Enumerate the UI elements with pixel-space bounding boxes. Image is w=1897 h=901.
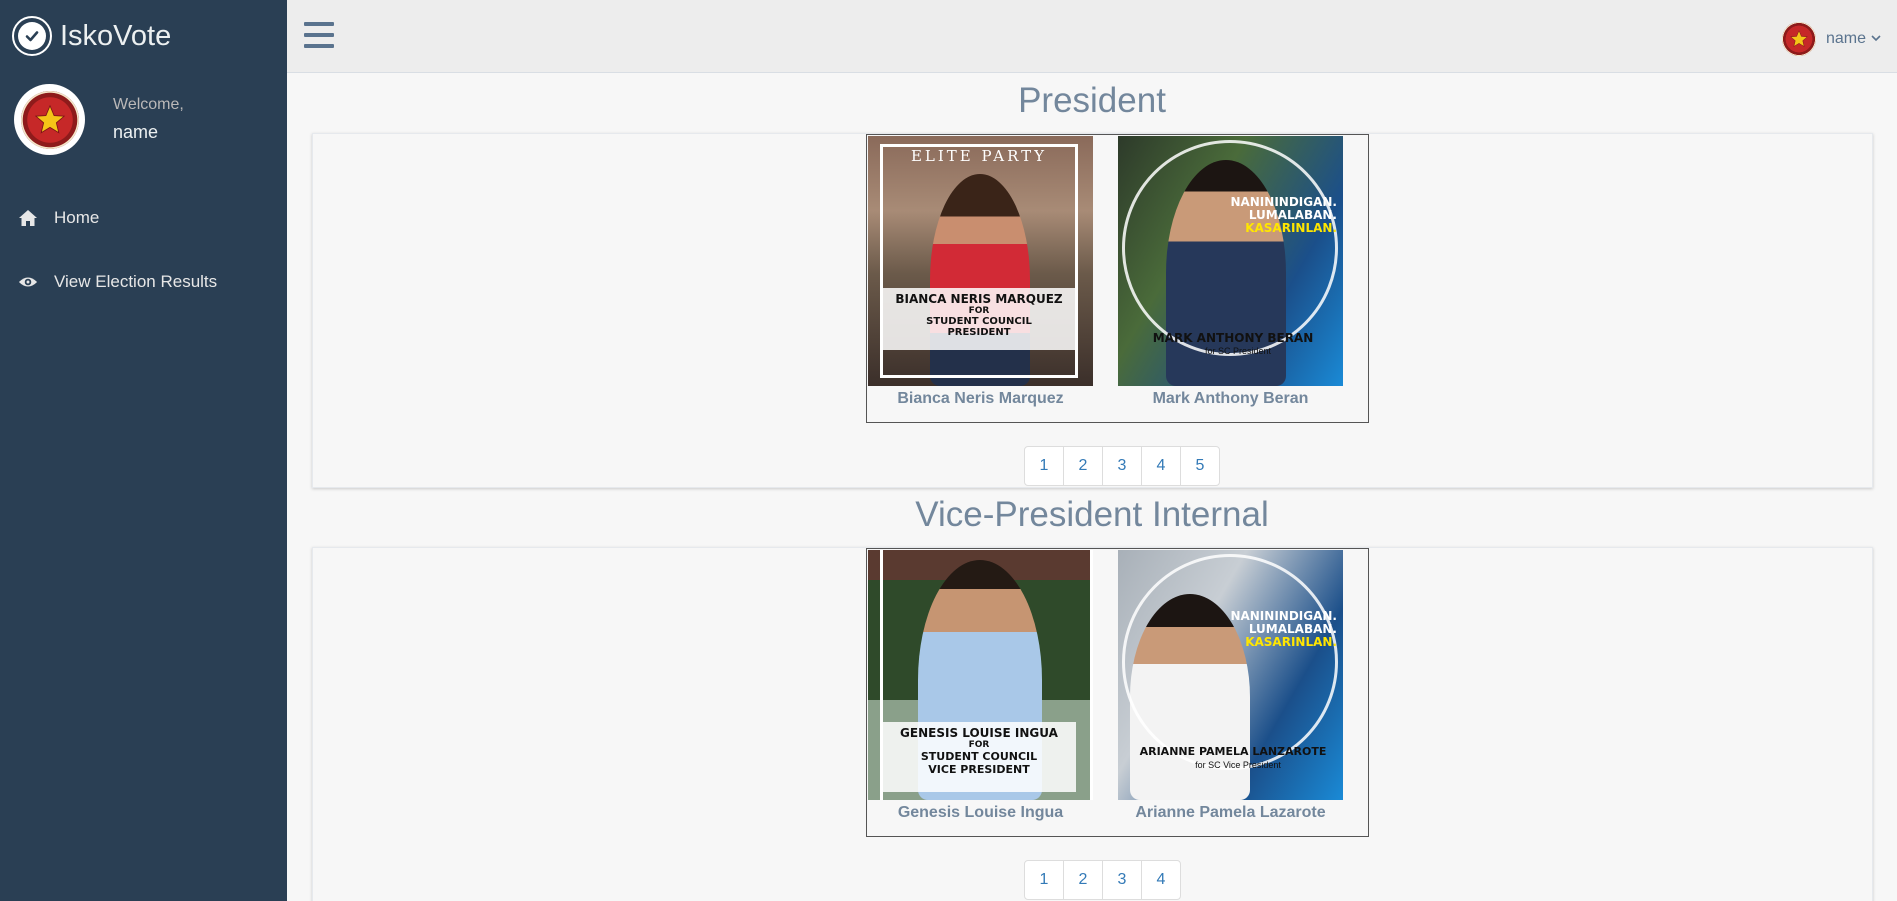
app-title: IskoVote xyxy=(60,19,172,52)
check-circle-icon xyxy=(12,16,52,56)
page-link-1[interactable]: 1 xyxy=(1024,860,1064,900)
pagination: 1 2 3 4 5 xyxy=(1024,446,1220,486)
chevron-down-icon xyxy=(1871,33,1881,45)
main-content: President ELITE PARTY BIANCA NERIS MARQU… xyxy=(287,73,1897,901)
sidebar-item-label: Home xyxy=(54,208,100,227)
page-link-5[interactable]: 5 xyxy=(1180,446,1220,486)
sidebar-item-home[interactable]: Home xyxy=(0,198,287,238)
poster-caption: STUDENT COUNCIL xyxy=(926,316,1032,327)
sidebar-nav: Home View Election Results xyxy=(0,198,287,326)
ballot-panel-vice-president-internal: GENESIS LOUISE INGUA FOR STUDENT COUNCIL… xyxy=(312,547,1873,901)
pagination: 1 2 3 4 xyxy=(1024,860,1181,900)
poster-subtitle: for SC Vice President xyxy=(1195,760,1281,770)
university-seal-icon xyxy=(20,90,79,149)
candidate-card[interactable]: GENESIS LOUISE INGUA FOR STUDENT COUNCIL… xyxy=(868,550,1093,822)
candidate-card[interactable]: NANININDIGAN. LUMALABAN. KASARINLAN. MAR… xyxy=(1118,136,1343,408)
page-link-4[interactable]: 4 xyxy=(1141,446,1181,486)
poster-name: MARK ANTHONY BERAN xyxy=(1152,331,1314,345)
candidate-card[interactable]: NANININDIGAN. LUMALABAN. KASARINLAN. ARI… xyxy=(1118,550,1343,822)
candidate-name: Genesis Louise Ingua xyxy=(897,804,1064,821)
poster-name: ARIANNE PAMELA LANZAROTE xyxy=(1139,745,1327,758)
hamburger-menu-icon[interactable] xyxy=(304,22,334,48)
poster-subtitle: for SC President xyxy=(1204,346,1272,356)
candidate-photo: NANININDIGAN. LUMALABAN. KASARINLAN. ARI… xyxy=(1118,550,1343,800)
candidate-name: Bianca Neris Marquez xyxy=(897,390,1064,407)
page-link-3[interactable]: 3 xyxy=(1102,446,1142,486)
welcome-label: Welcome, xyxy=(113,96,184,113)
page-link-2[interactable]: 2 xyxy=(1063,446,1103,486)
candidate-list: ELITE PARTY BIANCA NERIS MARQUEZ FOR STU… xyxy=(866,134,1369,423)
page-link-2[interactable]: 2 xyxy=(1063,860,1103,900)
poster-caption: BIANCA NERIS MARQUEZ xyxy=(895,292,1063,306)
candidate-photo: ELITE PARTY BIANCA NERIS MARQUEZ FOR STU… xyxy=(868,136,1093,386)
poster-caption: FOR xyxy=(968,306,990,316)
poster-caption: FOR xyxy=(968,740,990,750)
eye-icon xyxy=(18,272,38,292)
poster-header: ELITE PARTY xyxy=(910,147,1048,165)
poster-slogan: KASARINLAN. xyxy=(1245,221,1337,235)
poster-caption: GENESIS LOUISE INGUA xyxy=(900,726,1058,740)
user-menu-dropdown[interactable]: name xyxy=(1781,22,1881,56)
user-menu-username: name xyxy=(1825,30,1866,47)
poster-caption: STUDENT COUNCIL xyxy=(920,750,1038,763)
welcome-username: name xyxy=(113,122,159,142)
section-title-vice-president-internal: Vice-President Internal xyxy=(915,495,1269,534)
section-title-president: President xyxy=(1018,81,1166,120)
page-link-4[interactable]: 4 xyxy=(1141,860,1181,900)
poster-slogan: KASARINLAN. xyxy=(1245,635,1337,649)
avatar xyxy=(14,84,85,155)
candidate-name: Arianne Pamela Lazarote xyxy=(1135,804,1326,821)
sidebar: IskoVote Welcome, name Home View Electio… xyxy=(0,0,287,901)
profile: Welcome, name xyxy=(14,84,184,155)
avatar xyxy=(1781,22,1816,56)
page-link-1[interactable]: 1 xyxy=(1024,446,1064,486)
poster-caption: PRESIDENT xyxy=(947,327,1011,338)
candidate-photo: NANININDIGAN. LUMALABAN. KASARINLAN. MAR… xyxy=(1118,136,1343,386)
candidate-photo: GENESIS LOUISE INGUA FOR STUDENT COUNCIL… xyxy=(868,550,1093,800)
brand[interactable]: IskoVote xyxy=(12,16,171,56)
sidebar-item-label: View Election Results xyxy=(54,272,218,291)
candidate-name: Mark Anthony Beran xyxy=(1152,390,1309,407)
home-icon xyxy=(18,208,38,228)
poster-caption: VICE PRESIDENT xyxy=(928,763,1030,776)
candidate-list: GENESIS LOUISE INGUA FOR STUDENT COUNCIL… xyxy=(866,548,1369,837)
candidate-card[interactable]: ELITE PARTY BIANCA NERIS MARQUEZ FOR STU… xyxy=(868,136,1093,408)
top-navbar: name xyxy=(287,0,1897,73)
ballot-panel-president: ELITE PARTY BIANCA NERIS MARQUEZ FOR STU… xyxy=(312,133,1873,488)
sidebar-item-view-election-results[interactable]: View Election Results xyxy=(0,262,287,302)
page-link-3[interactable]: 3 xyxy=(1102,860,1142,900)
